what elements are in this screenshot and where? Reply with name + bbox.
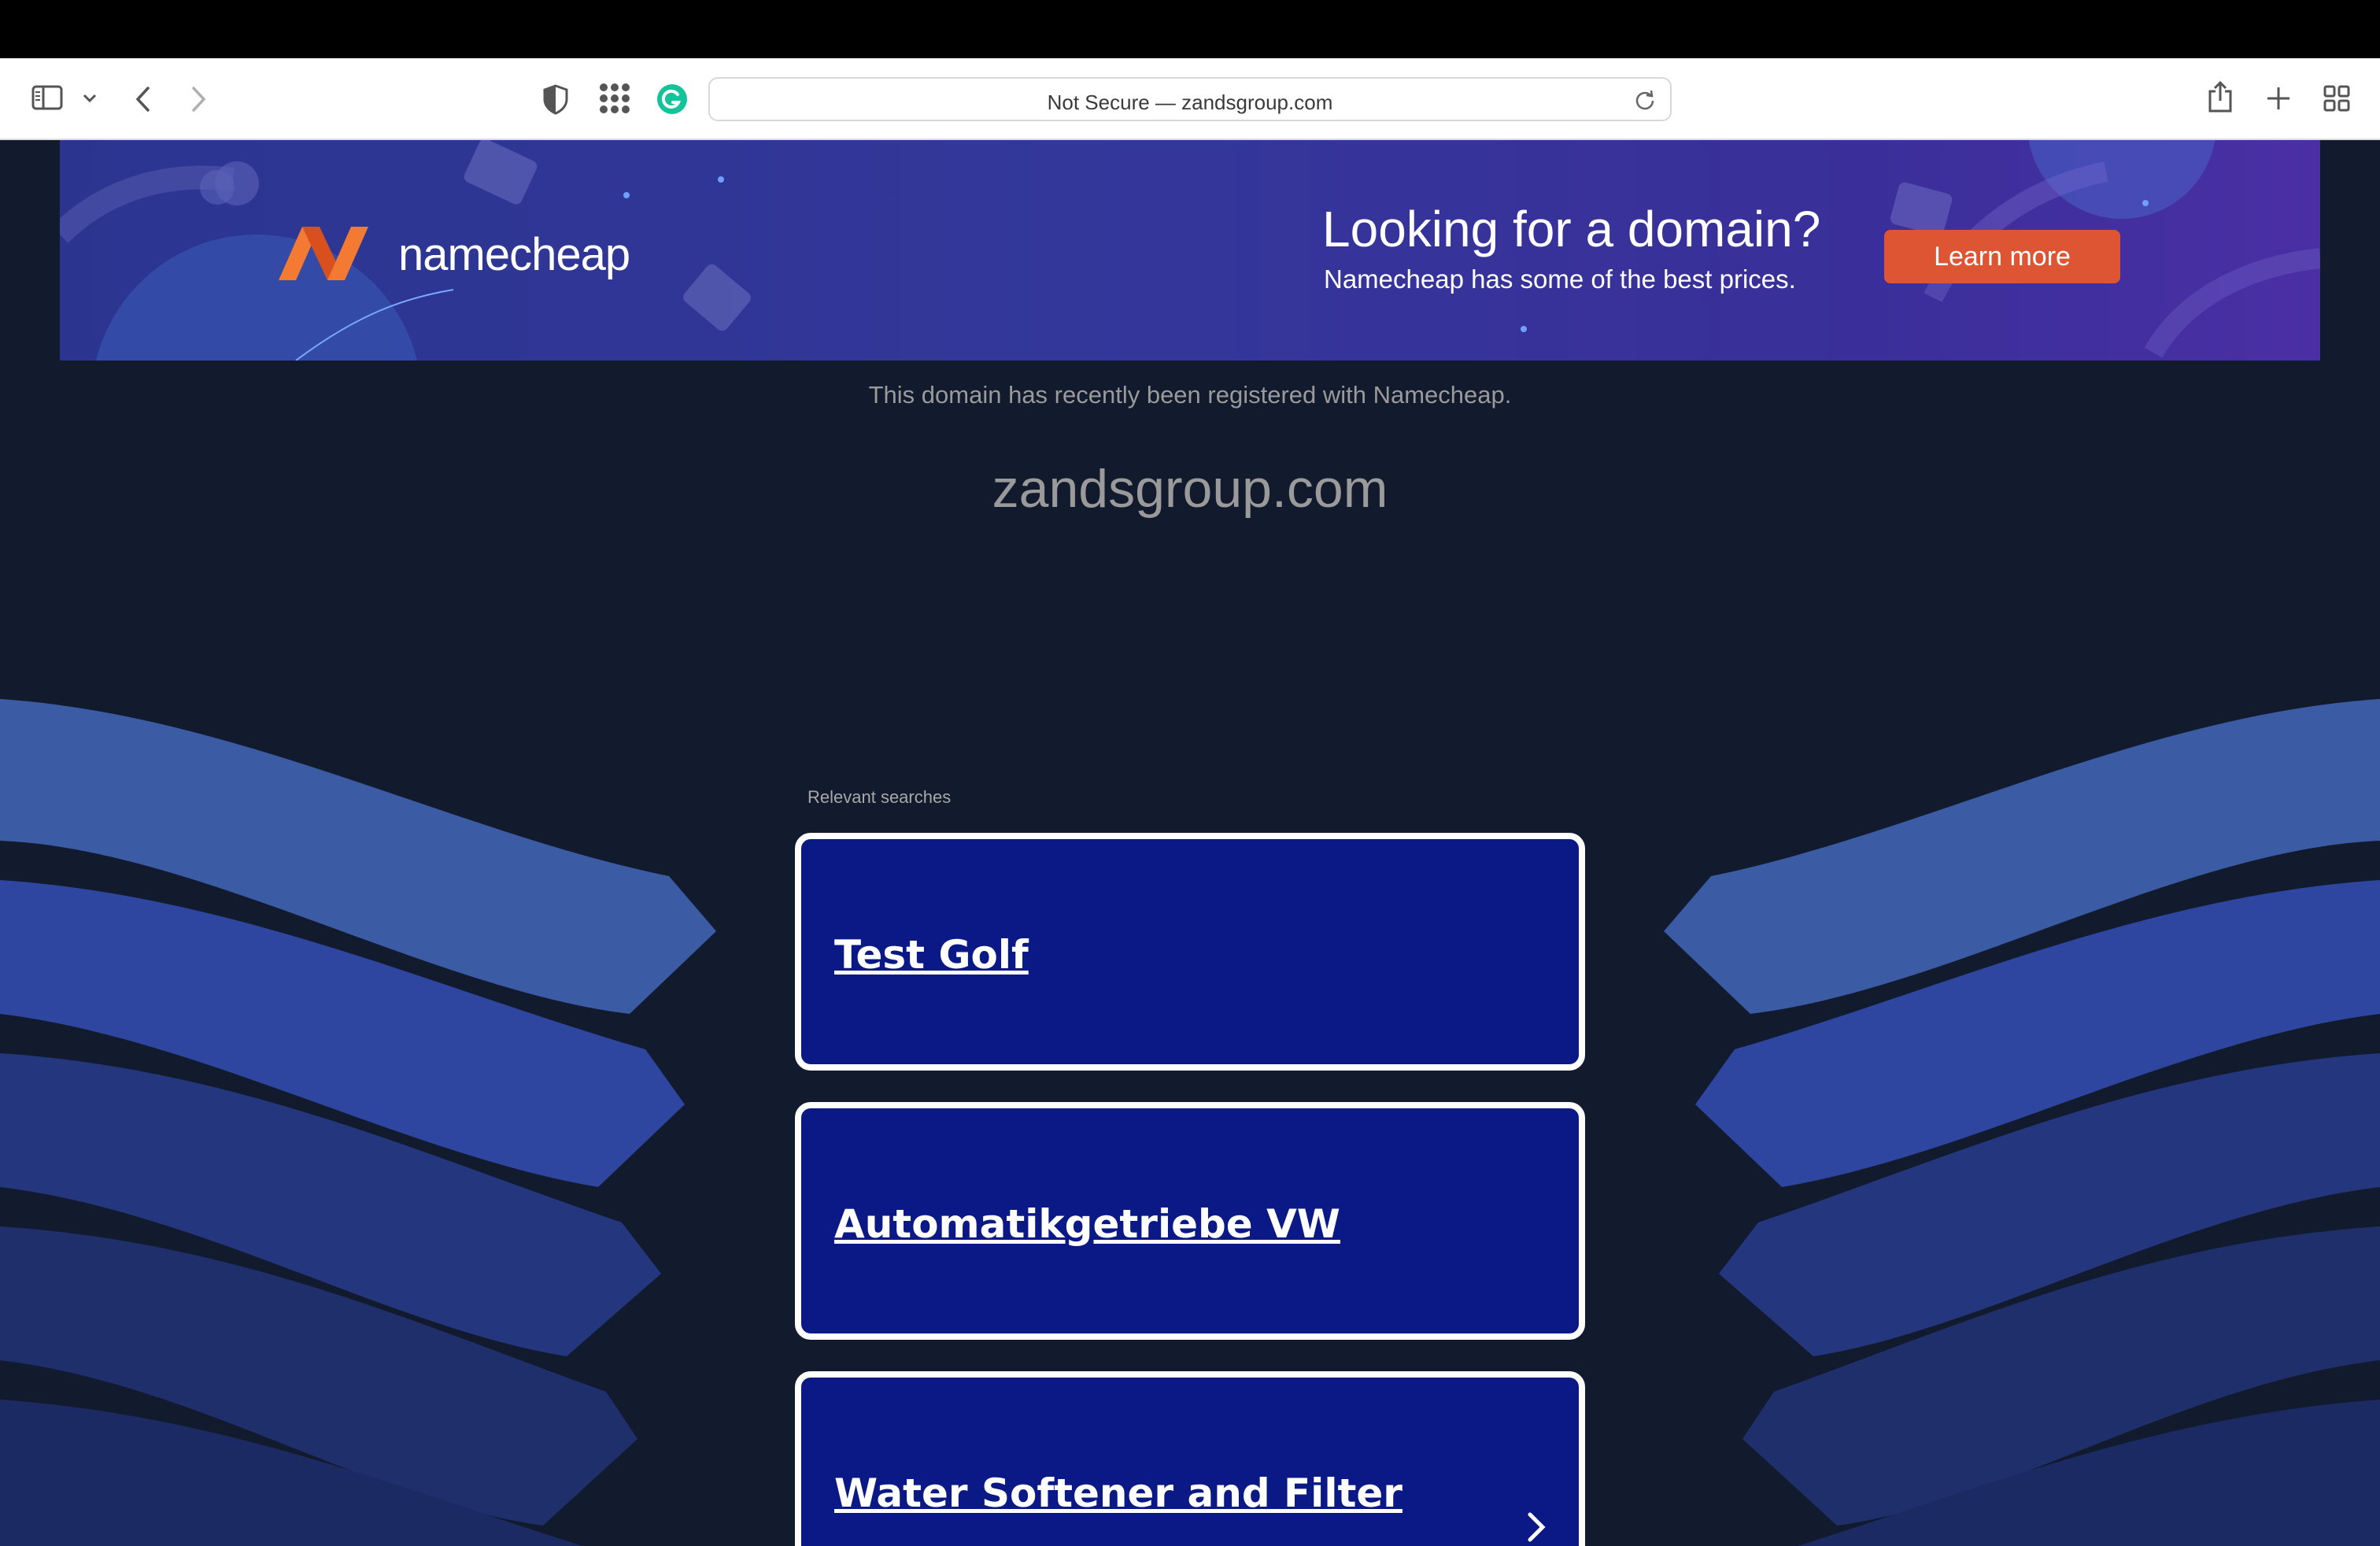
namecheap-wordmark: namecheap	[398, 229, 630, 280]
namecheap-banner[interactable]: namecheap Looking for a domain? Namechea…	[60, 140, 2320, 361]
left-waves	[0, 699, 716, 1546]
browser-toolbar: Not Secure — zandsgroup.com	[0, 58, 2380, 140]
menu-bar-strip	[0, 0, 2380, 58]
relevant-searches-label: Relevant searches	[808, 787, 952, 807]
reload-icon[interactable]	[1634, 89, 1656, 115]
search-result-card[interactable]: Test Golf	[795, 833, 1585, 1071]
banner-headline: Looking for a domain?	[1322, 201, 1821, 257]
tab-overview-icon[interactable]	[2323, 85, 2350, 112]
forward-arrow-icon[interactable]	[189, 85, 208, 113]
plus-icon[interactable]	[2265, 85, 2292, 112]
search-link[interactable]: Automatikgetriebe VW	[834, 1201, 1340, 1247]
search-result-card[interactable]: Water Softener and Filter	[795, 1371, 1585, 1546]
chevron-down-icon[interactable]	[82, 93, 98, 104]
right-waves	[1664, 699, 2380, 1546]
back-arrow-icon[interactable]	[134, 85, 153, 113]
search-link[interactable]: Test Golf	[834, 932, 1029, 978]
address-bar[interactable]: Not Secure — zandsgroup.com	[708, 77, 1672, 121]
search-result-card[interactable]: Automatikgetriebe VW	[795, 1102, 1585, 1340]
namecheap-logo-icon	[272, 219, 390, 294]
web-page: namecheap Looking for a domain? Namechea…	[0, 140, 2380, 1546]
banner-subtext: Namecheap has some of the best prices.	[1324, 264, 1796, 294]
chevron-right-icon[interactable]	[1525, 1510, 1547, 1546]
screen: Not Secure — zandsgroup.com namecheap Lo…	[0, 0, 2380, 1546]
share-icon[interactable]	[2207, 80, 2234, 113]
shield-icon[interactable]	[541, 83, 570, 115]
grid-dots-icon[interactable]	[598, 82, 631, 115]
domain-title: zandsgroup.com	[992, 459, 1388, 519]
search-link[interactable]: Water Softener and Filter	[834, 1470, 1402, 1516]
registered-note: This domain has recently been registered…	[868, 381, 1512, 409]
grammarly-icon[interactable]	[656, 83, 688, 115]
address-text: Not Secure — zandsgroup.com	[1047, 91, 1333, 114]
sidebar-icon[interactable]	[31, 85, 63, 110]
learn-more-button[interactable]: Learn more	[1884, 230, 2120, 283]
